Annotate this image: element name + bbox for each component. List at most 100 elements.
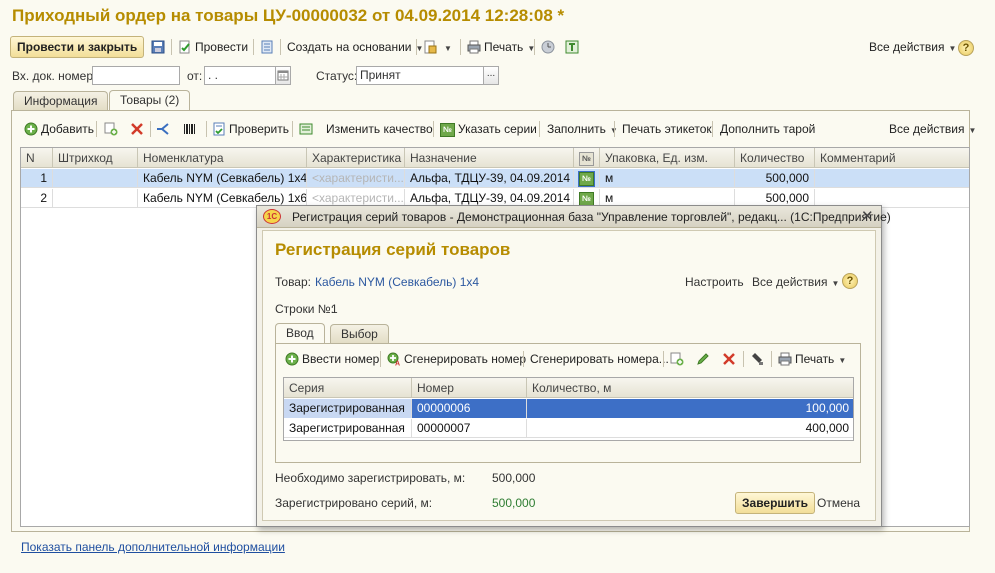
column-header[interactable]: Количество, м [527, 378, 853, 398]
from-date-input[interactable]: . . [204, 66, 276, 85]
item-cell[interactable]: Кабель NYM (Севкабель) 1х4 [138, 169, 307, 188]
chevron-down-icon: ▼ [831, 279, 840, 288]
barcode-cell[interactable] [53, 169, 138, 188]
number-cell[interactable]: 00000006 [412, 399, 527, 418]
series-number-icon: № [578, 170, 595, 187]
delete-row-button[interactable] [722, 348, 739, 370]
calendar-button[interactable] [275, 66, 291, 85]
number-cell[interactable]: 00000007 [412, 419, 527, 438]
cancel-button[interactable]: Отмена [817, 496, 860, 510]
check-button[interactable]: Проверить [212, 118, 289, 140]
table-row[interactable]: Зарегистрированная 00000006 100,000 [284, 399, 853, 418]
close-icon[interactable]: ✕ [861, 207, 874, 225]
goods-all-actions-button[interactable]: Все действия ▼ [889, 118, 976, 140]
print-button[interactable]: Печать ▼ [467, 36, 535, 58]
barcode-button[interactable] [183, 118, 200, 140]
unit-cell[interactable]: м [600, 169, 735, 188]
table-row[interactable]: 1 Кабель NYM (Севкабель) 1х4 <характерис… [21, 169, 969, 188]
show-info-panel-link[interactable]: Показать панель дополнительной информаци… [21, 540, 285, 554]
column-header-series[interactable]: № [574, 148, 600, 168]
column-header[interactable]: Количество [735, 148, 815, 168]
dialog-titlebar: 1С Регистрация серий товаров - Демонстра… [257, 206, 891, 228]
help-button[interactable]: ? [958, 36, 974, 58]
quantity-cell[interactable]: 100,000 [527, 399, 853, 418]
column-header[interactable]: Номер [412, 378, 527, 398]
fill-button[interactable]: Заполнить▼ [547, 118, 618, 140]
calendar-icon [277, 70, 289, 81]
characteristic-cell[interactable]: <характеристи... [307, 169, 405, 188]
check-label: Проверить [229, 122, 290, 136]
column-header[interactable]: N [21, 148, 53, 168]
column-header[interactable]: Упаковка, Ед. изм. [600, 148, 735, 168]
generate-number-label: Сгенерировать номер [404, 352, 527, 366]
save-button[interactable] [151, 36, 168, 58]
series-cell[interactable]: № [574, 169, 600, 188]
table-row[interactable]: Зарегистрированная 00000007 400,000 [284, 419, 853, 438]
tab-information[interactable]: Информация [13, 91, 109, 111]
goods-value-link[interactable]: Кабель NYM (Севкабель) 1х4 [315, 275, 479, 289]
fill-label: Заполнить [547, 122, 606, 136]
edit-row-button[interactable] [696, 348, 713, 370]
incoming-doc-input[interactable] [92, 66, 180, 85]
quality-button[interactable] [299, 118, 316, 140]
add-button[interactable]: Добавить [24, 118, 94, 140]
series-cell[interactable]: Зарегистрированная [284, 419, 412, 438]
clock-icon [541, 40, 555, 54]
column-header[interactable]: Серия [284, 378, 412, 398]
status-select-button[interactable]: ... [483, 66, 499, 85]
printer-icon [778, 352, 792, 366]
tab-input[interactable]: Ввод [275, 323, 325, 344]
set-series-button[interactable]: № Указать серии [440, 118, 537, 140]
series-cell[interactable]: Зарегистрированная [284, 399, 412, 418]
column-header[interactable]: Номенклатура [138, 148, 307, 168]
add-icon [24, 122, 38, 136]
status-label: Статус: [316, 69, 358, 83]
fill-tare-button[interactable]: Дополнить тарой [720, 118, 815, 140]
delete-button[interactable] [130, 118, 147, 140]
structure-button[interactable] [565, 36, 582, 58]
list-button[interactable] [260, 36, 277, 58]
need-register-value: 500,000 [492, 471, 536, 485]
quantity-cell[interactable]: 500,000 [735, 169, 815, 188]
column-header[interactable]: Комментарий [815, 148, 969, 168]
split-icon [157, 123, 169, 135]
series-number-icon: № [579, 151, 594, 166]
all-actions-button[interactable]: Все действия ▼ [869, 36, 956, 58]
copy-row-button[interactable] [670, 348, 687, 370]
column-header[interactable]: Характеристика [307, 148, 405, 168]
post-button[interactable]: Провести [178, 36, 248, 58]
dialog-heading: Регистрация серий товаров [275, 240, 511, 259]
finish-button[interactable]: Завершить [735, 492, 816, 514]
split-button[interactable] [156, 118, 173, 140]
create-based-on-button[interactable]: Создать на основании ▼ [287, 36, 423, 58]
tab-selection[interactable]: Выбор [330, 324, 389, 344]
column-header[interactable]: Назначение [405, 148, 574, 168]
history-button[interactable] [541, 36, 558, 58]
svg-text:A: A [395, 360, 400, 366]
barcode-cell[interactable] [53, 189, 138, 208]
post-and-close-button[interactable]: Провести и закрыть [10, 36, 145, 58]
tab-goods[interactable]: Товары (2) [109, 90, 191, 111]
comment-cell[interactable] [815, 169, 969, 188]
scanner-icon [752, 352, 763, 365]
generate-numbers-button[interactable]: Сгенерировать номера... [530, 348, 669, 370]
copy-button[interactable] [104, 118, 121, 140]
status-input[interactable]: Принят [356, 66, 484, 85]
print-labels-button[interactable]: Печать этикеток [622, 118, 712, 140]
quantity-cell[interactable]: 400,000 [527, 419, 853, 438]
enter-number-button[interactable]: Ввести номер [285, 348, 379, 370]
copy-icon [104, 122, 118, 136]
print-label: Печать [484, 40, 524, 54]
dialog-print-button[interactable]: Печать ▼ [778, 348, 846, 370]
configure-button[interactable]: Настроить [685, 275, 744, 289]
change-quality-button[interactable]: Изменить качество [326, 118, 433, 140]
dialog-help-button[interactable]: ? [842, 273, 858, 289]
document-actions-button[interactable]: ▼ [423, 36, 452, 58]
column-header[interactable]: Штрихкод [53, 148, 138, 168]
document-actions-icon [424, 40, 437, 54]
structure-icon [565, 40, 579, 54]
dialog-all-actions-button[interactable]: Все действия ▼ [752, 275, 839, 289]
generate-number-button[interactable]: A Сгенерировать номер [387, 348, 526, 370]
scan-button[interactable] [750, 348, 767, 370]
purpose-cell[interactable]: Альфа, ТДЦУ-39, 04.09.2014 ... [405, 169, 574, 188]
